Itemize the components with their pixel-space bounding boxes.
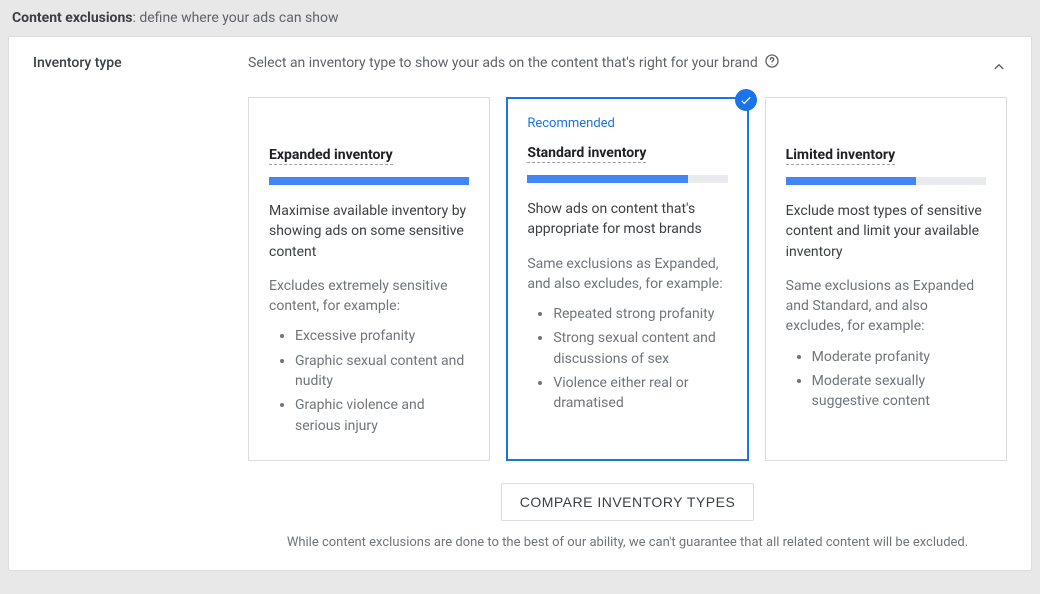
section-description-row: Select an inventory type to show your ad… (248, 53, 1007, 73)
inventory-bar (786, 177, 986, 185)
section-body: Select an inventory type to show your ad… (248, 53, 1007, 550)
list-item: Moderate sexually suggestive content (812, 371, 986, 412)
inventory-cards: Expanded inventory Maximise available inv… (248, 97, 1007, 461)
list-item: Violence either real or dramatised (553, 373, 727, 414)
compare-inventory-types-button[interactable]: COMPARE INVENTORY TYPES (501, 483, 755, 521)
inventory-card-limited-inventory[interactable]: Limited inventory Exclude most types of s… (765, 97, 1007, 461)
card-subtitle: Exclude most types of sensitive content … (786, 201, 986, 262)
list-item: Strong sexual content and discussions of… (553, 328, 727, 369)
disclaimer-text: While content exclusions are done to the… (248, 535, 1007, 550)
section-label: Inventory type (33, 53, 248, 550)
help-icon[interactable] (764, 53, 780, 73)
selected-check-icon (735, 89, 757, 111)
list-item: Moderate profanity (812, 347, 986, 367)
card-exclusion-intro: Same exclusions as Expanded and Standard… (786, 276, 986, 337)
collapse-toggle[interactable] (987, 55, 1011, 79)
card-title: Limited inventory (786, 147, 896, 165)
inventory-bar-fill (527, 175, 687, 183)
card-bullet-list: Repeated strong profanity Strong sexual c… (527, 304, 727, 413)
inventory-bar (527, 175, 727, 183)
settings-panel: Inventory type Select an inventory type … (8, 36, 1032, 571)
list-item: Excessive profanity (295, 326, 469, 346)
recommended-label: Recommended (527, 116, 727, 131)
card-exclusion-intro: Excludes extremely sensitive content, fo… (269, 276, 469, 317)
page-title-bold: Content exclusions (12, 10, 133, 26)
page-title-rest: : define where your ads can show (133, 10, 339, 26)
card-exclusion-intro: Same exclusions as Expanded, and also ex… (527, 254, 727, 295)
list-item: Repeated strong profanity (553, 304, 727, 324)
card-title: Expanded inventory (269, 147, 393, 165)
inventory-card-standard-inventory[interactable]: Recommended Standard inventory Show ads on… (506, 97, 748, 461)
card-title: Standard inventory (527, 145, 646, 163)
inventory-bar-fill (786, 177, 916, 185)
card-bullet-list: Excessive profanity Graphic sexual conten… (269, 326, 469, 435)
inventory-bar (269, 177, 469, 185)
chevron-up-icon (990, 58, 1008, 76)
inventory-card-expanded-inventory[interactable]: Expanded inventory Maximise available inv… (248, 97, 490, 461)
page-header: Content exclusions: define where your ad… (0, 0, 1040, 36)
list-item: Graphic violence and serious injury (295, 395, 469, 436)
card-subtitle: Show ads on content that's appropriate f… (527, 199, 727, 240)
card-subtitle: Maximise available inventory by showing … (269, 201, 469, 262)
card-bullet-list: Moderate profanity Moderate sexually sugg… (786, 347, 986, 412)
inventory-type-section: Inventory type Select an inventory type … (33, 53, 1007, 550)
inventory-bar-fill (269, 177, 469, 185)
list-item: Graphic sexual content and nudity (295, 351, 469, 392)
section-description: Select an inventory type to show your ad… (248, 55, 758, 71)
